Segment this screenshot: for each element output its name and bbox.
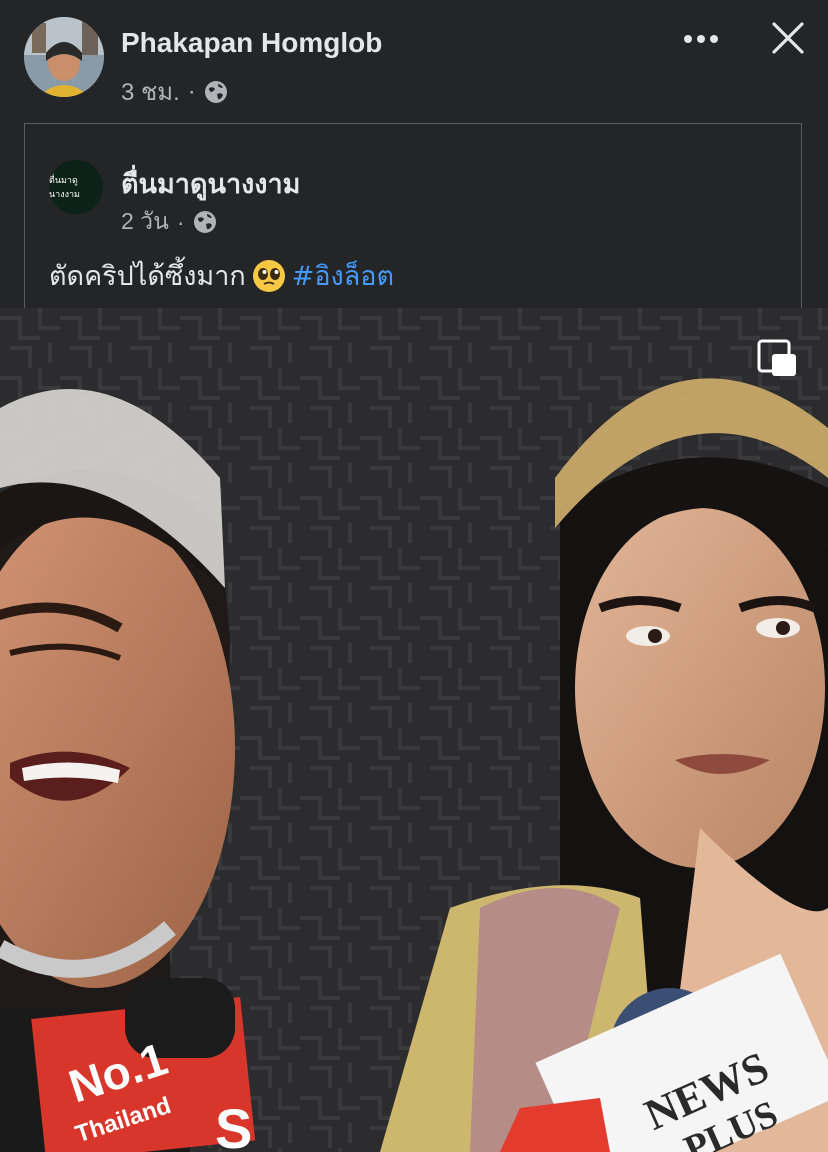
picture-in-picture-button[interactable] <box>756 338 798 380</box>
meta-separator: · <box>187 77 196 105</box>
close-button[interactable] <box>770 20 806 56</box>
more-options-button[interactable] <box>682 24 722 54</box>
post-header: Phakapan Homglob 3 ชม. · <box>0 0 828 110</box>
more-options-icon <box>684 35 718 43</box>
pleading-face-emoji <box>252 259 286 293</box>
post-time[interactable]: 3 ชม. <box>121 72 180 111</box>
page-name[interactable]: ตื่นมาดูนางงาม <box>121 162 300 205</box>
picture-in-picture-icon <box>757 339 796 376</box>
globe-icon <box>204 80 228 104</box>
author-avatar[interactable] <box>24 17 104 97</box>
video-player[interactable]: No.1 Thailand S NEWS PLUS <box>0 308 828 1152</box>
close-icon <box>772 22 804 54</box>
mic-flag-left-partial: S <box>215 1097 252 1152</box>
page-avatar-text: ตื่นมาดูนางงาม <box>49 176 80 200</box>
shared-post-meta: 2 วัน · <box>121 204 217 240</box>
post-meta: 3 ชม. · <box>121 72 228 111</box>
post-caption: ตัดคริปได้ซึ้งมาก <box>49 261 246 292</box>
shared-post-time[interactable]: 2 วัน <box>121 204 169 240</box>
hashtag-link[interactable]: #อิงล็อต <box>292 254 394 297</box>
page-avatar[interactable]: ตื่นมาดูนางงาม <box>49 160 103 214</box>
shared-post-card[interactable]: ตื่นมาดูนางงาม ตื่นมาดูนางงาม 2 วัน · ตั… <box>24 123 802 308</box>
globe-icon <box>193 210 217 234</box>
meta-separator: · <box>176 208 185 235</box>
video-frame: No.1 Thailand S NEWS PLUS <box>0 308 828 1152</box>
author-name[interactable]: Phakapan Homglob <box>121 27 382 59</box>
post-text: ตัดคริปได้ซึ้งมาก #อิงล็อต <box>49 254 394 297</box>
